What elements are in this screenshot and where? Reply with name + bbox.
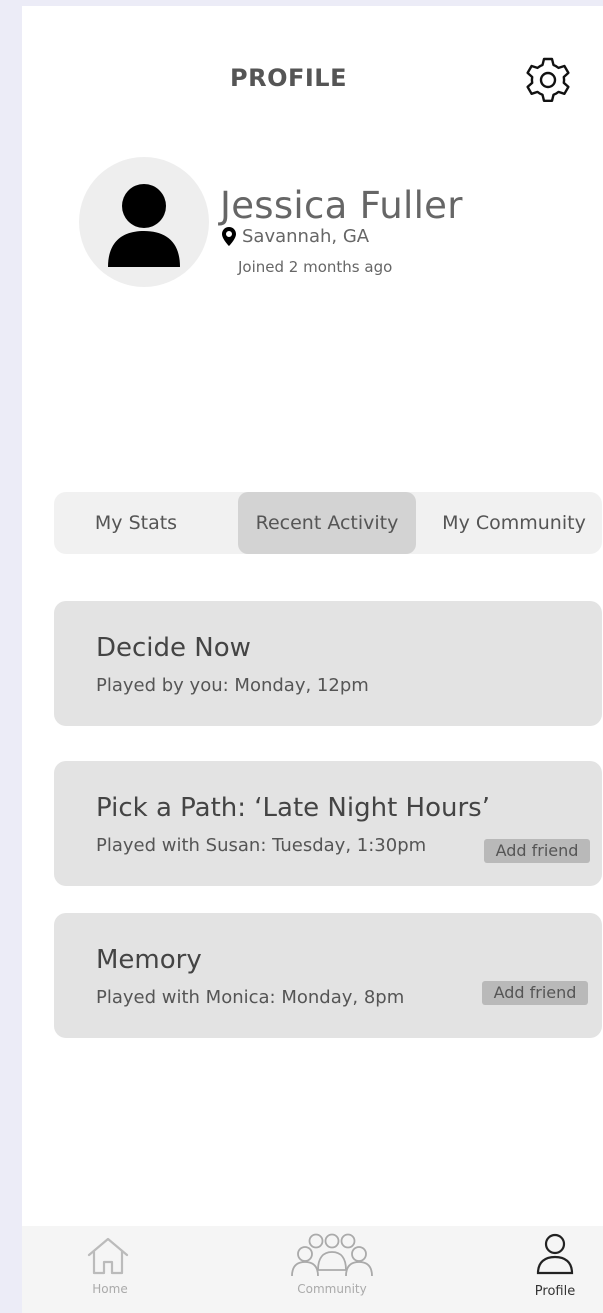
nav-label-profile: Profile: [534, 1284, 576, 1299]
profile-screen: PROFILE Jessica Fuller Savannah, GA Join…: [22, 6, 603, 1313]
nav-label-community: Community: [297, 1282, 367, 1296]
activity-card[interactable]: Pick a Path: ‘Late Night Hours’ Played w…: [54, 761, 602, 886]
page-title: PROFILE: [230, 64, 347, 92]
home-icon: [87, 1237, 129, 1275]
joined-date: Joined 2 months ago: [238, 258, 393, 276]
gear-icon[interactable]: [522, 54, 574, 106]
activity-subtitle: Played with Susan: Tuesday, 1:30pm: [96, 835, 427, 856]
nav-label-home: Home: [92, 1282, 128, 1296]
avatar: [79, 157, 209, 287]
location-text: Savannah, GA: [242, 226, 370, 247]
add-friend-button[interactable]: Add friend: [482, 981, 588, 1005]
community-icon: [291, 1233, 373, 1277]
profile-icon: [536, 1233, 574, 1275]
profile-tabs: My Stats Recent Activity My Community: [54, 492, 602, 554]
nav-item-home[interactable]: Home: [62, 1226, 158, 1313]
activity-title: Decide Now: [96, 633, 251, 663]
activity-card[interactable]: Memory Played with Monica: Monday, 8pm A…: [54, 913, 602, 1038]
activity-subtitle: Played with Monica: Monday, 8pm: [96, 987, 405, 1008]
person-icon: [108, 184, 180, 267]
activity-card[interactable]: Decide Now Played by you: Monday, 12pm: [54, 601, 602, 726]
activity-title: Memory: [96, 945, 202, 975]
tab-my-stats[interactable]: My Stats: [54, 492, 218, 554]
map-pin-icon: [222, 227, 236, 246]
activity-title: Pick a Path: ‘Late Night Hours’: [96, 793, 490, 823]
bottom-nav: Home Community Profile: [22, 1226, 603, 1313]
activity-subtitle: Played by you: Monday, 12pm: [96, 675, 369, 696]
nav-item-profile[interactable]: Profile: [518, 1226, 592, 1313]
nav-item-community[interactable]: Community: [272, 1226, 392, 1313]
profile-name: Jessica Fuller: [220, 184, 463, 227]
add-friend-button[interactable]: Add friend: [484, 839, 590, 863]
tab-my-community[interactable]: My Community: [426, 492, 602, 554]
location: Savannah, GA: [222, 226, 369, 247]
tab-recent-activity[interactable]: Recent Activity: [238, 492, 416, 554]
